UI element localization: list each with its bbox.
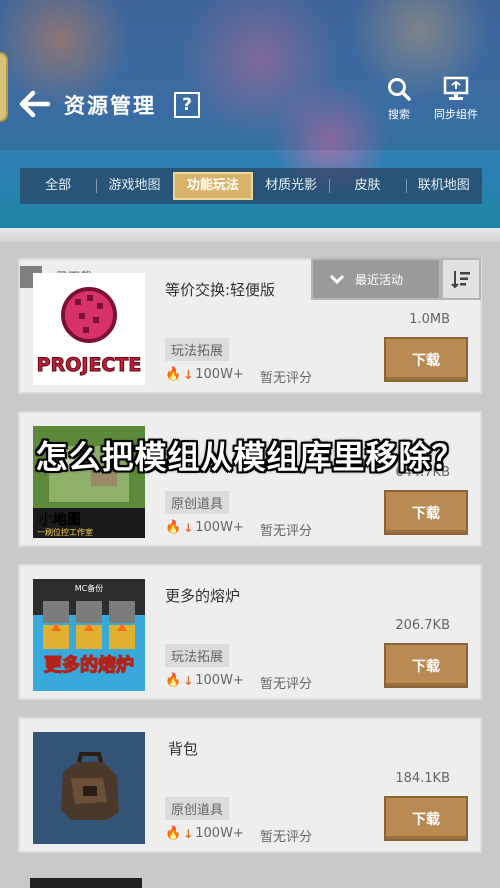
tab-textures[interactable]: 材质光影 — [253, 172, 329, 200]
furnace-thumbnail-icon: MC备份 更多的熔炉 — [33, 579, 145, 691]
side-badge[interactable] — [0, 52, 8, 122]
backpack-icon — [33, 732, 145, 844]
svg-text:更多的熔炉: 更多的熔炉 — [44, 654, 134, 676]
sort-label: 最近活动 — [355, 272, 404, 287]
download-count: 🔥 ↓ 100W+ — [165, 826, 244, 841]
tab-gameplay[interactable]: 功能玩法 — [172, 172, 253, 200]
back-arrow-icon — [19, 90, 51, 118]
mod-thumbnail[interactable]: MC备份 更多的熔炉 — [33, 579, 145, 691]
svg-text:一刷位控工作室: 一刷位控工作室 — [37, 527, 93, 537]
sort-dropdown[interactable]: 最近活动 — [311, 258, 441, 300]
fire-icon: 🔥 — [165, 367, 182, 382]
mod-size: 184.1KB — [395, 771, 450, 786]
sync-icon — [443, 76, 469, 100]
download-count-value: 100W+ — [195, 367, 244, 382]
download-count: 🔥 ↓ 100W+ — [165, 367, 244, 382]
mod-name: 背包 — [168, 740, 199, 758]
sort-order-icon — [451, 271, 470, 289]
download-button[interactable]: 下载 — [384, 490, 468, 535]
mod-tag: 原创道具 — [165, 491, 230, 514]
mod-tag: 原创道具 — [165, 797, 230, 820]
download-button[interactable]: 下载 — [384, 643, 468, 688]
list-item[interactable]: 背包 184.1KB 原创道具 🔥 ↓ 100W+ 暂无评分 下载 — [18, 717, 482, 853]
mod-rating: 暂无评分 — [260, 830, 313, 845]
mod-size: 206.7KB — [395, 618, 450, 633]
next-item-thumbnail-partial — [30, 878, 142, 888]
fire-icon: 🔥 — [165, 520, 182, 535]
mod-rating: 暂无评分 — [260, 677, 313, 692]
page-title: 资源管理 — [64, 94, 156, 118]
tab-skins[interactable]: 皮肤 — [329, 172, 405, 200]
tab-all[interactable]: 全部 — [20, 172, 96, 200]
sync-label: 同步组件 — [434, 108, 478, 121]
mod-tag: 玩法拓展 — [165, 338, 230, 361]
tab-multiplayer-maps[interactable]: 联机地图 — [405, 172, 482, 200]
tab-game-maps[interactable]: 游戏地图 — [96, 172, 172, 200]
download-arrow-icon: ↓ — [183, 673, 194, 688]
download-button[interactable]: 下载 — [384, 337, 468, 382]
download-button[interactable]: 下载 — [384, 796, 468, 841]
mod-thumbnail[interactable] — [33, 732, 145, 844]
search-button[interactable]: 搜索 — [386, 76, 412, 122]
list-item[interactable]: MC备份 更多的熔炉 更多的熔炉 206.7KB 玩法拓展 🔥 ↓ 100W+ … — [18, 564, 482, 700]
mod-tag: 玩法拓展 — [165, 644, 230, 667]
fire-icon: 🔥 — [165, 673, 182, 688]
projecte-logo-icon: PROJECTE — [36, 287, 142, 377]
download-arrow-icon: ↓ — [183, 826, 194, 841]
fire-icon: 🔥 — [165, 826, 182, 841]
search-label: 搜索 — [388, 108, 410, 121]
download-count: 🔥 ↓ 100W+ — [165, 520, 244, 535]
mod-thumbnail[interactable]: PROJECTE — [33, 273, 145, 385]
download-count-value: 100W+ — [195, 673, 244, 688]
sync-components-button[interactable]: 同步组件 — [434, 76, 478, 122]
download-count-value: 100W+ — [195, 826, 244, 841]
search-icon — [388, 78, 411, 101]
svg-text:PROJECTE: PROJECTE — [37, 354, 142, 376]
help-button[interactable]: ? — [174, 92, 200, 118]
mod-rating: 暂无评分 — [260, 371, 313, 386]
svg-text:小地图: 小地图 — [39, 511, 81, 528]
download-arrow-icon: ↓ — [183, 520, 194, 535]
mod-rating: 暂无评分 — [260, 524, 313, 539]
mod-name: 更多的熔炉 — [165, 587, 241, 605]
download-count: 🔥 ↓ 100W+ — [165, 673, 244, 688]
header-banner: 资源管理 ? 搜索 同步组件 全部 游戏地图 功能玩法 材质光影 皮肤 联机地图 — [0, 0, 500, 228]
overlay-caption: 怎么把模组从模组库里移除？ — [35, 438, 465, 476]
category-tabs: 全部 游戏地图 功能玩法 材质光影 皮肤 联机地图 — [20, 168, 482, 204]
mod-name: 等价交换:轻便版 — [165, 281, 276, 299]
download-count-value: 100W+ — [195, 520, 244, 535]
chevron-down-icon — [329, 274, 345, 285]
mod-size: 1.0MB — [409, 312, 450, 327]
back-button[interactable] — [18, 88, 52, 120]
sort-order-button[interactable] — [441, 258, 481, 300]
svg-text:MC备份: MC备份 — [75, 583, 104, 593]
list-top-shelf — [0, 228, 500, 242]
download-arrow-icon: ↓ — [183, 367, 194, 382]
